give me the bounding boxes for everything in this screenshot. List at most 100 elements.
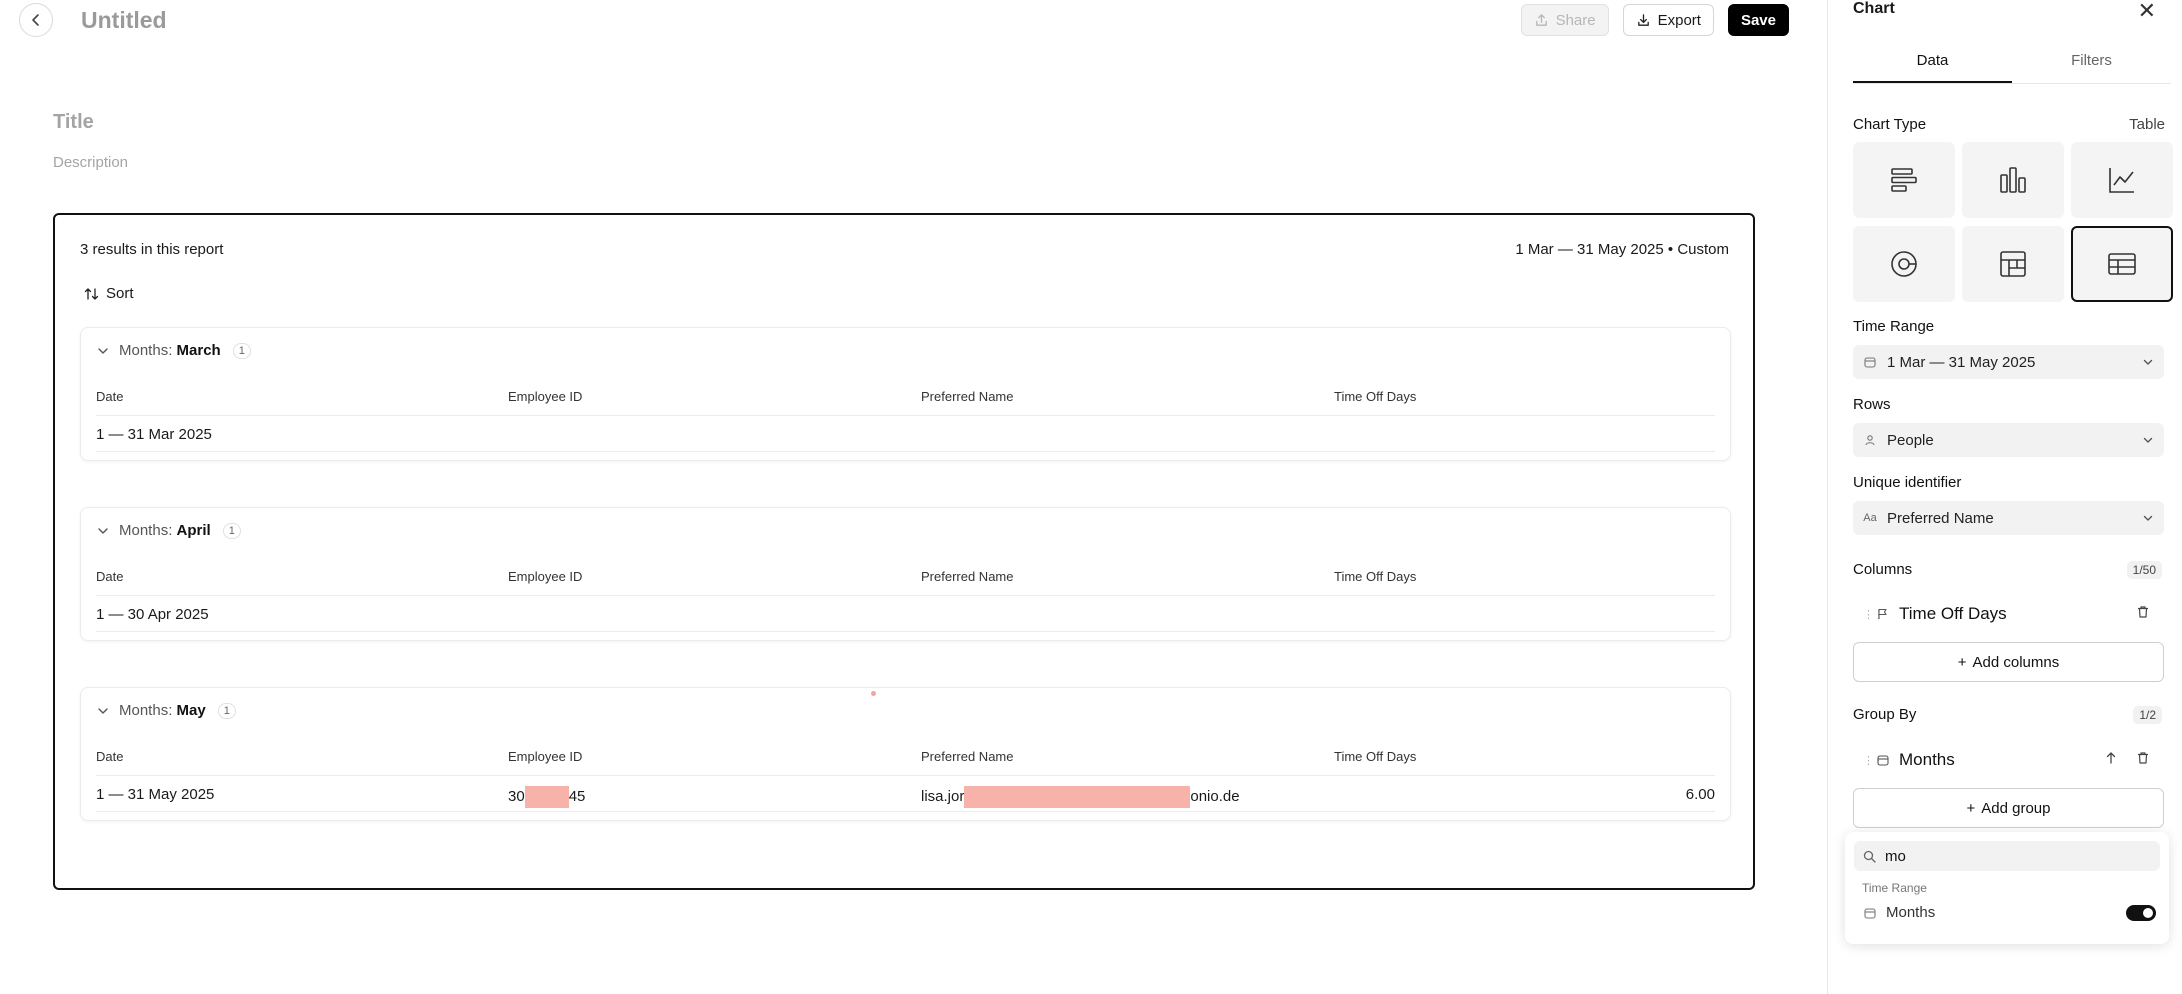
tab-filters[interactable]: Filters — [2012, 44, 2171, 83]
calendar-icon — [1875, 754, 1891, 766]
column-item-time-off-days: ⋮⋮ Time Off Days — [1853, 597, 2164, 631]
redaction-mark — [964, 786, 1191, 808]
group-prefix: Months: — [119, 342, 173, 359]
flag-icon — [1875, 608, 1891, 620]
divider — [96, 631, 1715, 632]
unique-identifier-select[interactable]: Aa Preferred Name — [1853, 501, 2164, 535]
line-chart-icon — [2109, 168, 2134, 193]
export-label: Export — [1657, 11, 1701, 29]
report-table-container: 3 results in this report 1 Mar — 31 May … — [53, 213, 1755, 890]
chart-type-grid — [1853, 142, 2173, 302]
group-card-april: Months: April 1 Date Employee ID Preferr… — [80, 507, 1731, 641]
bar-horizontal-icon — [1891, 168, 1917, 192]
add-columns-button[interactable]: + Add columns — [1853, 642, 2164, 682]
drag-handle-icon[interactable]: ⋮⋮ — [1853, 608, 1884, 621]
header-actions: Share Export Save — [1520, 4, 1789, 36]
rows-label: Rows — [1853, 396, 1891, 413]
column-header-time-off-days[interactable]: Time Off Days — [1334, 749, 1416, 764]
chevron-down-icon — [98, 527, 108, 534]
chart-type-horizontal-bar[interactable] — [1853, 142, 1955, 218]
export-icon — [1637, 13, 1649, 26]
share-label: Share — [1555, 11, 1596, 29]
divider — [96, 451, 1715, 452]
group-name: March — [176, 342, 221, 359]
redaction-mark — [524, 786, 569, 808]
unique-identifier-label: Unique identifier — [1853, 474, 1962, 491]
group-header[interactable]: Months: April 1 — [97, 522, 241, 539]
months-toggle[interactable] — [2126, 904, 2156, 921]
column-header-time-off-days[interactable]: Time Off Days — [1334, 389, 1416, 404]
dropdown-item-months[interactable]: Months — [1862, 904, 2156, 921]
plus-icon: + — [1966, 799, 1976, 817]
columns-label: Columns — [1853, 561, 1913, 578]
column-header-employee-id[interactable]: Employee ID — [508, 569, 582, 584]
group-count-badge: 1 — [232, 342, 251, 359]
group-name: May — [176, 702, 206, 719]
report-description-input[interactable]: Description — [53, 154, 128, 171]
cell-date: 1 — 31 Mar 2025 — [96, 426, 212, 443]
calendar-icon — [1862, 907, 1878, 919]
group-header[interactable]: Months: May 1 — [97, 702, 236, 719]
chevron-down-icon — [98, 347, 108, 354]
sort-button[interactable]: Sort — [84, 285, 134, 302]
chart-type-table[interactable] — [2071, 226, 2173, 302]
chevron-left-icon — [32, 14, 39, 26]
add-columns-label: Add columns — [1972, 653, 2060, 671]
drag-handle-icon[interactable]: ⋮⋮ — [1853, 754, 1884, 767]
column-header-employee-id[interactable]: Employee ID — [508, 749, 582, 764]
column-header-preferred-name[interactable]: Preferred Name — [921, 569, 1013, 584]
group-prefix: Months: — [119, 702, 173, 719]
column-header-preferred-name[interactable]: Preferred Name — [921, 389, 1013, 404]
divider — [96, 775, 1715, 776]
report-editor: Untitled Share Export Save Title Descrip… — [0, 0, 1827, 994]
share-button[interactable]: Share — [1520, 4, 1609, 36]
back-button[interactable] — [19, 3, 53, 37]
group-name: April — [176, 522, 211, 539]
chart-type-vertical-bar[interactable] — [1962, 142, 2064, 218]
column-header-preferred-name[interactable]: Preferred Name — [921, 749, 1013, 764]
group-count-badge: 1 — [222, 522, 241, 539]
trash-icon[interactable] — [2136, 604, 2150, 624]
bar-vertical-icon — [2000, 167, 2026, 193]
page-title[interactable]: Untitled — [81, 7, 167, 34]
chart-type-pivot[interactable] — [1962, 226, 2064, 302]
chevron-down-icon — [2143, 515, 2153, 521]
add-group-button[interactable]: + Add group — [1853, 788, 2164, 828]
column-header-employee-id[interactable]: Employee ID — [508, 389, 582, 404]
pivot-icon — [2000, 251, 2026, 277]
column-header-time-off-days[interactable]: Time Off Days — [1334, 569, 1416, 584]
rows-select[interactable]: People — [1853, 423, 2164, 457]
unique-identifier-value: Preferred Name — [1887, 509, 1994, 527]
sort-ascending-icon[interactable] — [2104, 751, 2118, 770]
cursor-dot — [871, 691, 876, 696]
cell-time-off-days: 6.00 — [1685, 786, 1715, 803]
chart-type-donut[interactable] — [1853, 226, 1955, 302]
person-icon — [1863, 433, 1877, 447]
group-search-input[interactable]: mo — [1854, 841, 2160, 871]
column-header-date[interactable]: Date — [96, 389, 123, 404]
time-range-label: Time Range — [1853, 318, 1935, 335]
chart-type-line[interactable] — [2071, 142, 2173, 218]
text-type-icon: Aa — [1863, 512, 1877, 524]
group-count-badge: 1 — [217, 702, 236, 719]
cell-preferred-name: lisa.jor onio.de — [921, 786, 1240, 808]
time-range-select[interactable]: 1 Mar — 31 May 2025 — [1853, 345, 2164, 379]
report-title-input[interactable]: Title — [53, 111, 94, 134]
save-button[interactable]: Save — [1727, 4, 1789, 36]
column-header-date[interactable]: Date — [96, 749, 123, 764]
cell-date: 1 — 31 May 2025 — [96, 786, 215, 803]
report-date-range: 1 Mar — 31 May 2025 • Custom — [1515, 241, 1729, 258]
column-header-date[interactable]: Date — [96, 569, 123, 584]
tab-data[interactable]: Data — [1853, 44, 2012, 83]
trash-icon[interactable] — [2136, 750, 2150, 770]
divider — [96, 415, 1715, 416]
donut-chart-icon — [1891, 251, 1917, 277]
chart-type-value: Table — [2129, 116, 2165, 133]
group-header[interactable]: Months: March 1 — [97, 342, 251, 359]
divider — [96, 595, 1715, 596]
table-icon — [2108, 253, 2136, 275]
close-icon[interactable]: ✕ — [2138, 0, 2156, 24]
add-group-label: Add group — [1981, 799, 2051, 817]
sort-icon — [84, 287, 99, 300]
export-button[interactable]: Export — [1622, 4, 1714, 36]
